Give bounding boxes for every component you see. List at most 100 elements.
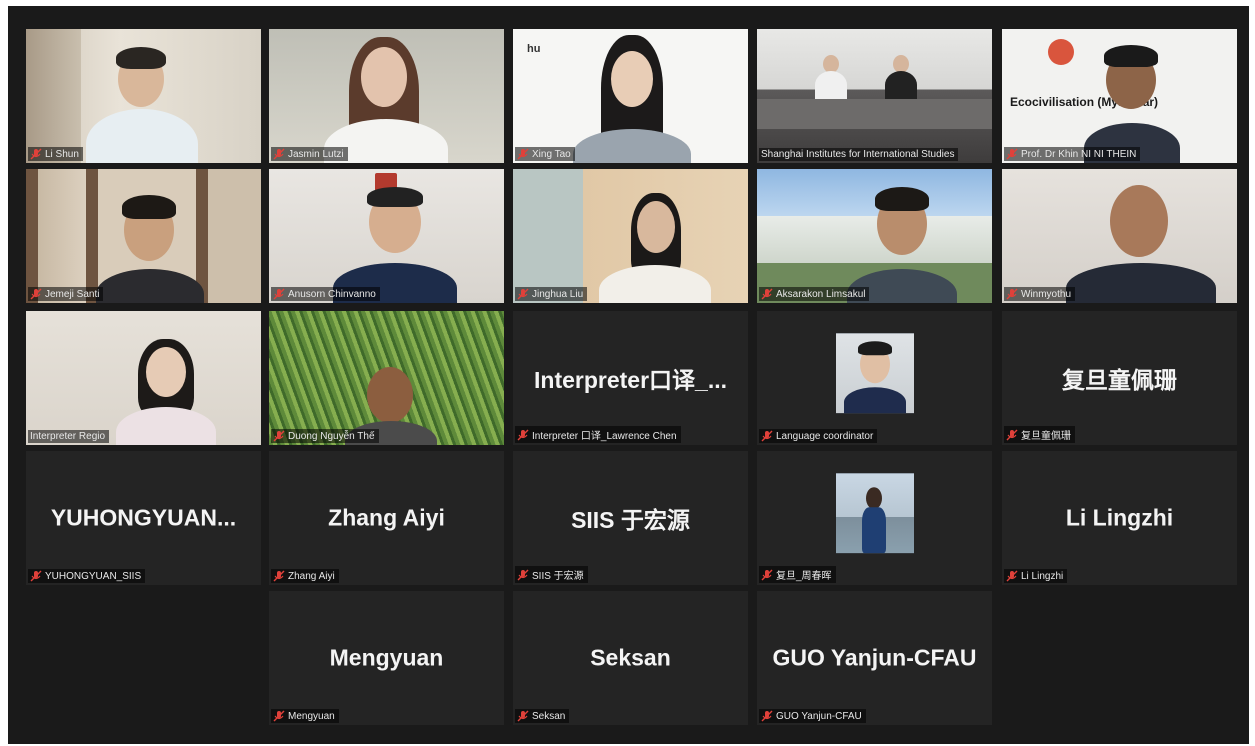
muted-mic-icon xyxy=(273,430,285,442)
participant-tile-duong-nguyen-the[interactable]: Duong Nguyễn Thế xyxy=(269,311,504,445)
muted-mic-icon xyxy=(761,430,773,442)
participant-display-name: Li Lingzhi xyxy=(1065,504,1174,531)
participant-tile-li-lingzhi[interactable]: Li Lingzhi Li Lingzhi xyxy=(1002,451,1237,585)
participant-display-name: YUHONGYUAN... xyxy=(50,504,237,531)
muted-mic-icon xyxy=(273,288,285,300)
participant-suit xyxy=(885,71,917,99)
participant-name-label: Interpreter Regio xyxy=(28,430,110,443)
participant-display-name: GUO Yanjun-CFAU xyxy=(772,644,977,671)
participant-tile-language-coordinator[interactable]: Language coordinator xyxy=(757,311,992,445)
participant-name-label: Li Shun xyxy=(28,147,83,161)
muted-mic-icon xyxy=(761,569,773,580)
muted-mic-icon xyxy=(517,148,529,160)
participant-tile-fudan-tong-peishan[interactable]: 复旦童佩珊 复旦童佩珊 xyxy=(1002,311,1237,445)
participant-name-label: YUHONGYUAN_SIIS xyxy=(28,569,146,583)
participant-name: SIIS 于宏源 xyxy=(532,571,584,582)
participant-hair xyxy=(116,47,166,69)
participant-tile-winmyothu[interactable]: Winmyothu xyxy=(1002,169,1237,303)
muted-mic-icon xyxy=(1006,429,1018,440)
participant-tile-jinghua-liu[interactable]: Jinghua Liu xyxy=(513,169,748,303)
participant-display-name: Zhang Aiyi xyxy=(328,504,445,531)
meeting-gallery-window: Li Shun Jasmin Lutzi hu Xing Tao Shangha… xyxy=(8,6,1249,744)
participant-name-label: Mengyuan xyxy=(271,709,339,723)
muted-mic-icon xyxy=(273,148,285,160)
participant-name-label: 复旦童佩珊 xyxy=(1004,426,1075,443)
participant-name: YUHONGYUAN_SIIS xyxy=(45,570,142,582)
participant-name: Jemeji Santi xyxy=(45,288,100,300)
participant-name-label: Zhang Aiyi xyxy=(271,569,339,583)
participant-name-label: GUO Yanjun-CFAU xyxy=(759,709,866,723)
participant-display-name: 复旦童佩珊 xyxy=(1062,367,1177,393)
participant-tile-interpreter-lawrence-chen[interactable]: Interpreter口译_... Interpreter 口译_Lawrenc… xyxy=(513,311,748,445)
participant-tile-guo-yanjun-cfau[interactable]: GUO Yanjun-CFAU GUO Yanjun-CFAU xyxy=(757,591,992,725)
participant-name-label: Jinghua Liu xyxy=(515,287,588,301)
participant-name: Mengyuan xyxy=(288,710,335,722)
muted-mic-icon xyxy=(517,288,529,300)
muted-mic-icon xyxy=(761,288,773,300)
profile-picture xyxy=(835,473,914,554)
participant-head xyxy=(146,347,186,397)
participant-name-label: Jemeji Santi xyxy=(28,287,104,301)
muted-mic-icon xyxy=(30,570,42,582)
participant-name: Language coordinator xyxy=(776,430,874,442)
participant-hair xyxy=(122,195,176,219)
participant-name: 复旦童佩珊 xyxy=(1021,431,1071,442)
muted-mic-icon xyxy=(517,429,529,440)
gallery-grid: Li Shun Jasmin Lutzi hu Xing Tao Shangha… xyxy=(26,29,1253,729)
participant-name-label: Shanghai Institutes for International St… xyxy=(759,148,959,161)
muted-mic-icon xyxy=(30,148,42,160)
participant-name-label: Duong Nguyễn Thế xyxy=(271,429,379,443)
participant-tile-xing-tao[interactable]: hu Xing Tao xyxy=(513,29,748,163)
participant-name: 复旦_周春晖 xyxy=(776,571,832,582)
participant-tile-khin-ni-ni-thein[interactable]: Ecocivilisation (Myanmar) Prof. Dr Khin … xyxy=(1002,29,1237,163)
participant-name: Anusorn Chinvanno xyxy=(288,288,376,300)
participant-tile-yuhongyuan-siis[interactable]: YUHONGYUAN... YUHONGYUAN_SIIS xyxy=(26,451,261,585)
participant-tile-siis-yu-hongyuan[interactable]: SIIS 于宏源 SIIS 于宏源 xyxy=(513,451,748,585)
conference-table xyxy=(757,99,992,129)
participant-name: Duong Nguyễn Thế xyxy=(288,430,375,442)
participant-tile-jasmin-lutzi[interactable]: Jasmin Lutzi xyxy=(269,29,504,163)
muted-mic-icon xyxy=(761,710,773,722)
participant-tile-fudan-zhou-chunhui[interactable]: 复旦_周春晖 xyxy=(757,451,992,585)
muted-mic-icon xyxy=(273,710,285,722)
muted-mic-icon xyxy=(1006,288,1018,300)
muted-mic-icon xyxy=(273,570,285,582)
participant-head xyxy=(1110,185,1168,257)
participant-name-label: Jasmin Lutzi xyxy=(271,147,348,161)
participant-name-label: SIIS 于宏源 xyxy=(515,566,588,583)
participant-tile-siis[interactable]: Shanghai Institutes for International St… xyxy=(757,29,992,163)
participant-display-name: SIIS 于宏源 xyxy=(571,507,690,533)
participant-tile-anusorn-chinvanno[interactable]: Anusorn Chinvanno xyxy=(269,169,504,303)
participant-tile-mengyuan[interactable]: Mengyuan Mengyuan xyxy=(269,591,504,725)
muted-mic-icon xyxy=(517,569,529,580)
participant-name-label: Aksarakon Limsakul xyxy=(759,287,870,301)
muted-mic-icon xyxy=(1006,570,1018,582)
participant-name: Winmyothu xyxy=(1021,288,1072,300)
participant-name-label: Anusorn Chinvanno xyxy=(271,287,380,301)
wall-sign: hu xyxy=(527,43,541,55)
participant-display-name: Mengyuan xyxy=(329,644,444,671)
video-feed xyxy=(757,29,992,163)
participant-name-label: Language coordinator xyxy=(759,429,878,443)
participant-name: Aksarakon Limsakul xyxy=(776,288,866,300)
participant-tile-aksarakon-limsakul[interactable]: Aksarakon Limsakul xyxy=(757,169,992,303)
participant-name: Li Lingzhi xyxy=(1021,570,1064,582)
participant-name: Jinghua Liu xyxy=(532,288,584,300)
participant-name-label: Xing Tao xyxy=(515,147,575,161)
participant-tile-interpreter-regio[interactable]: Interpreter Regio xyxy=(26,311,261,445)
participant-name: Li Shun xyxy=(45,148,79,160)
participant-name: Interpreter Regio xyxy=(30,431,106,442)
participant-tile-zhang-aiyi[interactable]: Zhang Aiyi Zhang Aiyi xyxy=(269,451,504,585)
participant-name: Seksan xyxy=(532,710,566,722)
participant-name: GUO Yanjun-CFAU xyxy=(776,710,862,722)
participant-tile-jemeji-santi[interactable]: Jemeji Santi xyxy=(26,169,261,303)
participant-head xyxy=(637,201,675,253)
participant-hair xyxy=(875,187,929,211)
window-curtain xyxy=(26,29,81,163)
participant-hair xyxy=(1104,45,1158,67)
participant-tile-seksan[interactable]: Seksan Seksan xyxy=(513,591,748,725)
participant-name: Zhang Aiyi xyxy=(288,570,335,582)
participant-name: Prof. Dr Khin NI NI THEIN xyxy=(1021,148,1137,160)
participant-name-label: Li Lingzhi xyxy=(1004,569,1068,583)
participant-tile-li-shun[interactable]: Li Shun xyxy=(26,29,261,163)
